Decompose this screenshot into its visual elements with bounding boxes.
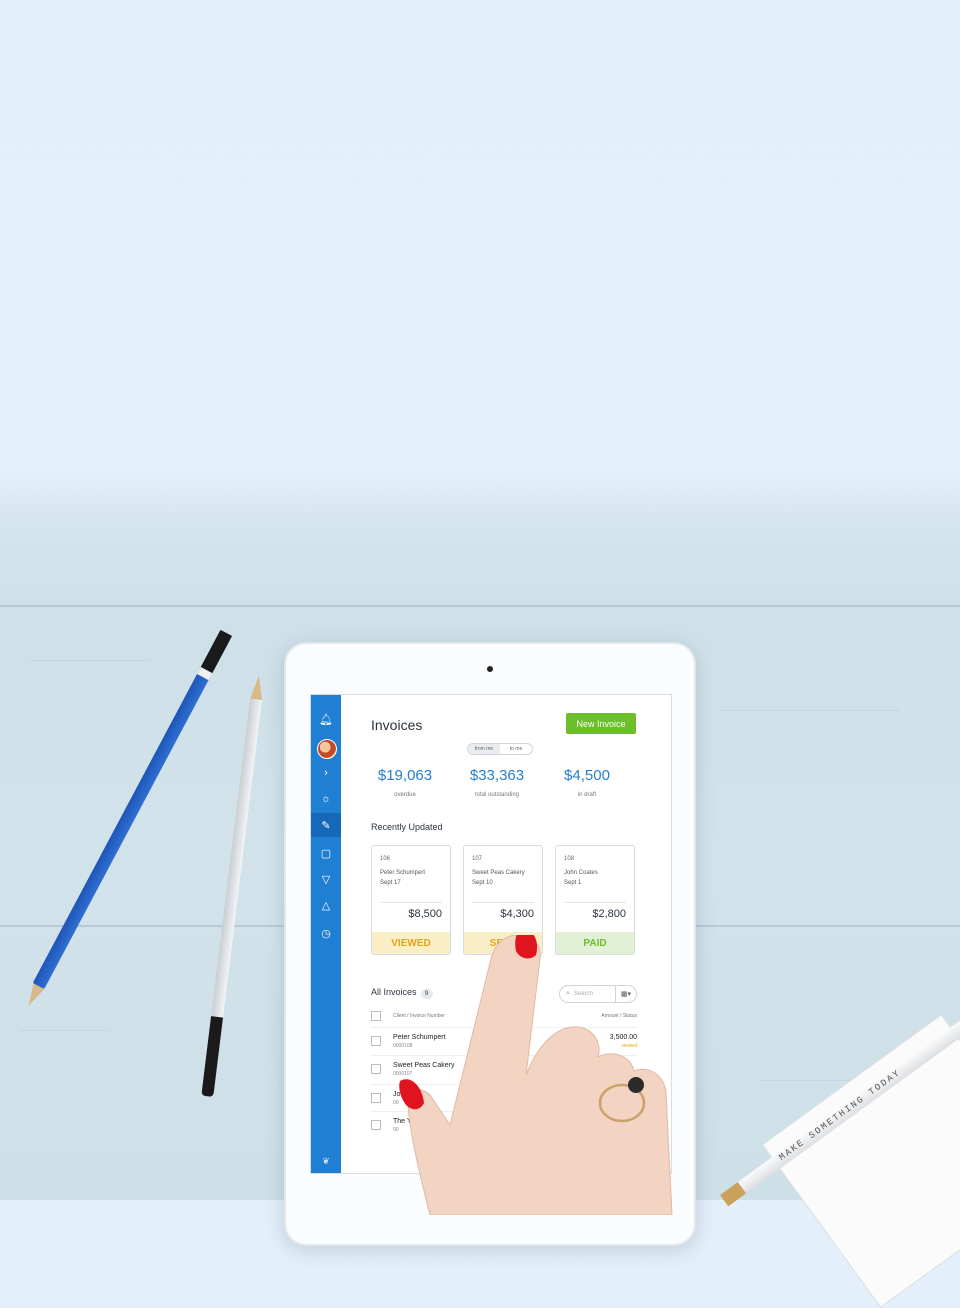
row-invoice-number: 0000108 bbox=[393, 1043, 413, 1049]
card-divider bbox=[472, 902, 534, 903]
status-badge: PAID bbox=[556, 932, 634, 954]
tablet-device: 🔔︎ › ☼ ✎ ▢ ▽ △ ◷ ❦ Invoices New Invoice … bbox=[284, 642, 696, 1246]
summary-amount: $4,500 bbox=[564, 767, 610, 784]
table-row[interactable]: Sweet Peas Cakery 0000107 6 bbox=[371, 1055, 637, 1084]
invoice-card[interactable]: 107 Sweet Peas Cakery Sept 10 $4,300 SEN… bbox=[463, 845, 543, 955]
column-client[interactable]: Client / Invoice Number bbox=[393, 1013, 445, 1019]
direction-toggle[interactable]: from me to me bbox=[467, 743, 533, 755]
sidebar-rail: 🔔︎ › ☼ ✎ ▢ ▽ △ ◷ ❦ bbox=[311, 695, 346, 1173]
row-client: Sweet Peas Cakery bbox=[393, 1062, 455, 1069]
summary-outstanding[interactable]: $33,363 total outstanding bbox=[451, 767, 543, 798]
wood-grain bbox=[720, 710, 900, 711]
invoice-icon[interactable]: ✎ bbox=[311, 813, 341, 837]
summary-amount: $19,063 bbox=[377, 767, 433, 784]
row-checkbox[interactable] bbox=[371, 1064, 381, 1074]
card-divider bbox=[380, 902, 442, 903]
summary-amount: $33,363 bbox=[469, 767, 525, 784]
row-amount: 3,500.00 bbox=[609, 1034, 637, 1041]
card-amount: $8,500 bbox=[408, 908, 442, 920]
leaf-icon: ❦ bbox=[322, 1156, 330, 1166]
plank-seam bbox=[0, 605, 960, 607]
table-header: Client / Invoice Number Amount / Status bbox=[371, 1011, 637, 1023]
diamond-icon[interactable]: ▽ bbox=[311, 867, 341, 891]
all-invoices-title: All Invoices bbox=[371, 987, 417, 997]
summary-label: in draft bbox=[577, 792, 597, 798]
status-badge: SENT bbox=[464, 932, 542, 954]
wood-grain bbox=[20, 1030, 110, 1031]
card-number: 108 bbox=[564, 856, 575, 862]
toggle-to-me[interactable]: to me bbox=[500, 744, 532, 754]
avatar[interactable] bbox=[317, 739, 337, 759]
row-checkbox[interactable] bbox=[371, 1036, 381, 1046]
bell-icon[interactable]: 🔔︎ bbox=[311, 707, 341, 731]
column-amount[interactable]: Amount / Status bbox=[601, 1013, 637, 1019]
card-date: Sept 17 bbox=[380, 880, 401, 886]
summary-draft[interactable]: $4,500 in draft bbox=[541, 767, 633, 798]
summary-label: total outstanding bbox=[474, 792, 520, 798]
table-row[interactable]: The Y 00 bbox=[371, 1111, 637, 1140]
calendar-icon[interactable]: ▦▾ bbox=[616, 990, 636, 998]
row-invoice-number: 0000107 bbox=[393, 1071, 413, 1077]
card-client: Peter Schumpert bbox=[380, 870, 426, 876]
card-amount: $2,800 bbox=[592, 908, 626, 920]
row-status: viewed bbox=[621, 1043, 637, 1049]
camera-icon bbox=[487, 666, 493, 672]
search-icon: ⌕ bbox=[566, 990, 570, 997]
row-client: Jo bbox=[393, 1091, 401, 1098]
invoices-main: Invoices New Invoice from me to me $19,0… bbox=[341, 695, 671, 1173]
table-row[interactable]: Jo 00 6 bbox=[371, 1084, 637, 1113]
row-invoice-number: 00 bbox=[393, 1100, 399, 1106]
page-title: Invoices bbox=[371, 717, 423, 733]
wood-grain bbox=[30, 660, 150, 661]
search-input[interactable]: ⌕ Search ▦▾ bbox=[559, 985, 637, 1003]
card-amount: $4,300 bbox=[500, 908, 534, 920]
monitor-icon[interactable]: ▢ bbox=[311, 841, 341, 865]
row-partial: 6 bbox=[536, 1093, 540, 1100]
search-placeholder: Search bbox=[573, 991, 593, 997]
card-date: Sept 1 bbox=[564, 880, 582, 886]
row-client: The Y bbox=[393, 1118, 412, 1125]
flask-icon[interactable]: △ bbox=[311, 893, 341, 917]
card-number: 107 bbox=[472, 856, 483, 862]
all-invoices-heading: All Invoices 9 bbox=[371, 987, 433, 999]
row-checkbox[interactable] bbox=[371, 1120, 381, 1130]
recently-updated-heading: Recently Updated bbox=[371, 822, 443, 832]
toggle-from-me[interactable]: from me bbox=[468, 744, 500, 754]
card-client: Sweet Peas Cakery bbox=[472, 870, 525, 876]
sun-icon[interactable]: ☼ bbox=[311, 787, 341, 811]
invoice-card[interactable]: 108 John Coates Sept 1 $2,800 PAID bbox=[555, 845, 635, 955]
select-all-checkbox[interactable] bbox=[371, 1011, 381, 1021]
card-divider bbox=[564, 902, 626, 903]
invoice-count-badge: 9 bbox=[420, 989, 433, 999]
row-invoice-number: 00 bbox=[393, 1127, 399, 1133]
card-number: 106 bbox=[380, 856, 391, 862]
table-row[interactable]: Peter Schumpert 0000108 3,500.00 viewed bbox=[371, 1027, 637, 1056]
card-date: Sept 10 bbox=[472, 880, 493, 886]
new-invoice-button[interactable]: New Invoice bbox=[566, 713, 636, 734]
card-client: John Coates bbox=[564, 870, 598, 876]
row-checkbox[interactable] bbox=[371, 1093, 381, 1103]
tablet-screen: 🔔︎ › ☼ ✎ ▢ ▽ △ ◷ ❦ Invoices New Invoice … bbox=[310, 694, 672, 1174]
chevron-right-icon[interactable]: › bbox=[311, 761, 341, 785]
summary-label: overdue bbox=[394, 792, 416, 798]
row-client: Peter Schumpert bbox=[393, 1034, 446, 1041]
status-badge: VIEWED bbox=[372, 932, 450, 954]
invoice-card[interactable]: 106 Peter Schumpert Sept 17 $8,500 VIEWE… bbox=[371, 845, 451, 955]
timer-icon[interactable]: ◷ bbox=[311, 921, 341, 945]
summary-overdue[interactable]: $19,063 overdue bbox=[359, 767, 451, 798]
row-partial: 6 bbox=[536, 1064, 540, 1071]
